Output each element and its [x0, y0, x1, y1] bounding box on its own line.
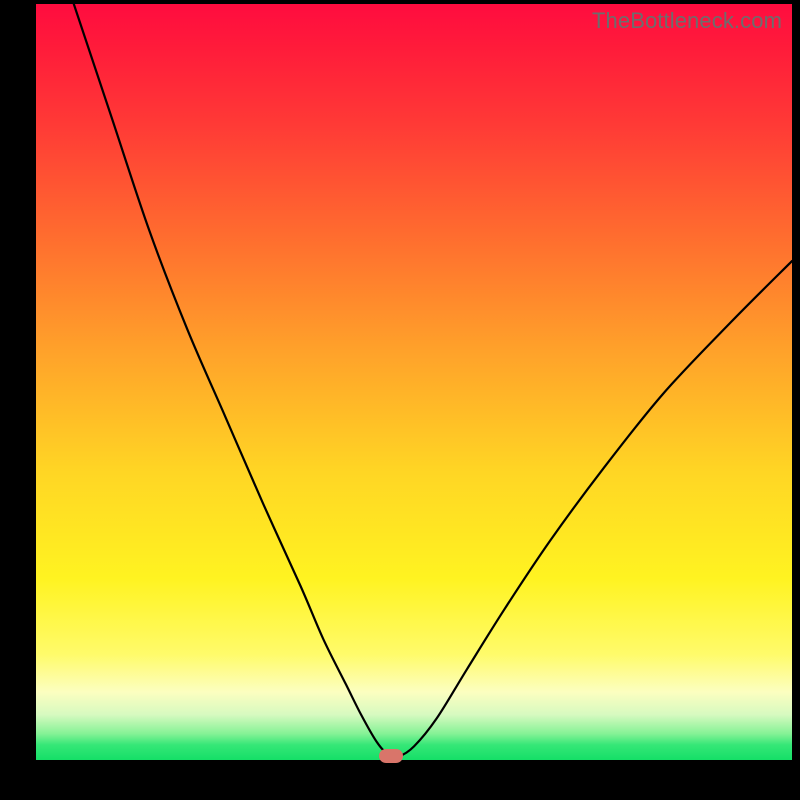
plot-area: TheBottleneck.com — [36, 4, 792, 760]
chart-frame: TheBottleneck.com — [0, 0, 800, 800]
watermark-text: TheBottleneck.com — [592, 8, 782, 34]
minimum-marker — [379, 749, 403, 763]
bottleneck-curve — [36, 4, 792, 760]
